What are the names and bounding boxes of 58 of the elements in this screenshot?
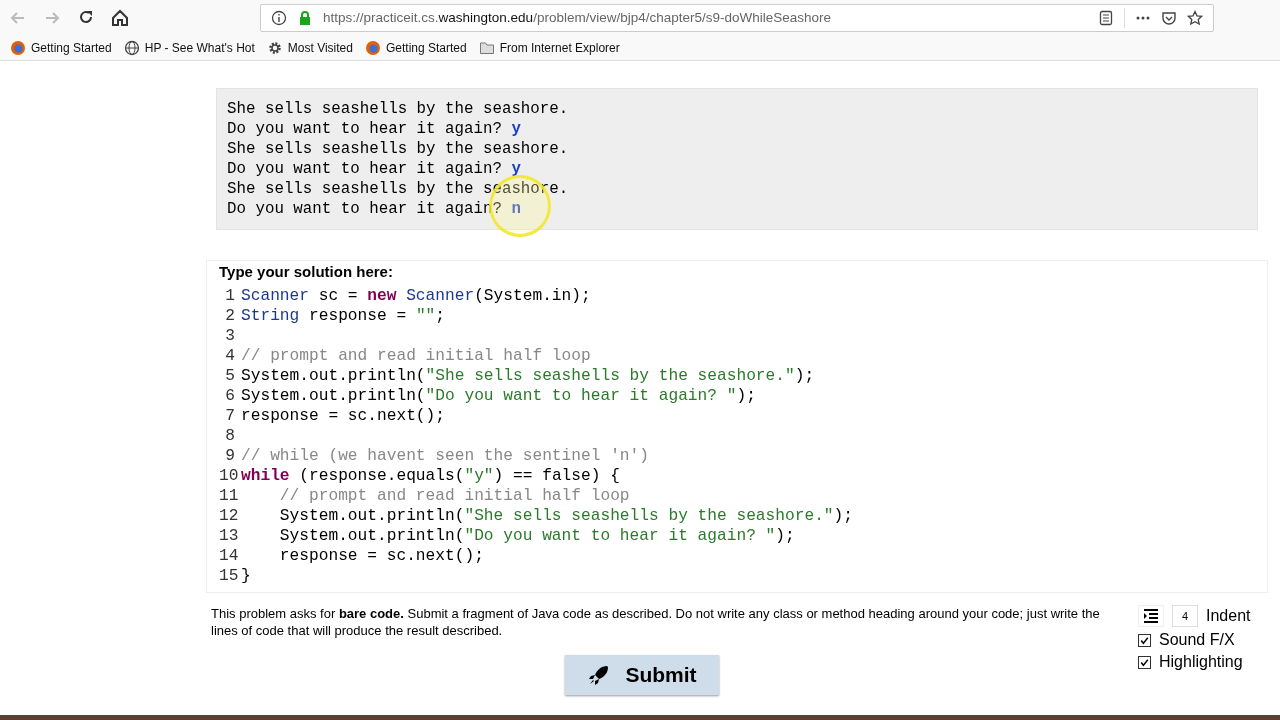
output-line: She sells seashells by the seashore. [227,139,569,159]
note-text: This problem asks for bare code. Submit a fragment of Java code as described. Do not write any class or method heading around your code; just write the lines of code that will produce the result described. [211,605,1101,639]
line-number: 4 [224,346,235,366]
firefox-icon [364,39,381,56]
bookmark-item[interactable]: From Internet Explorer [478,39,620,56]
solution-heading: Type your solution here: [219,263,394,280]
typed-answer-text: n [511,199,521,219]
url-text: https://practiceit.cs.washington.edu/problem/view/bjp4/chapter5/s9-doWhileSeashore [323,10,832,25]
line-number: 3 [224,326,235,346]
code-line: System.out.println("She sells seashells by the seashore."); [241,366,815,386]
code-line: response = sc.next(); [241,406,445,426]
bookmark-item[interactable]: Getting Started [364,39,467,56]
code-line: Scanner sc = new Scanner(System.in); [241,286,591,306]
output-line: Do you want to hear it again? [227,119,503,139]
line-number: 8 [224,426,235,446]
firefox-icon [10,39,26,56]
submit-button[interactable]: Submit [565,655,719,695]
line-number: 5 [224,366,235,386]
checkbox[interactable] [1138,633,1151,647]
reader-view-icon[interactable] [1098,9,1114,26]
typed-answer-text: y [511,159,521,179]
code-line: String response = ""; [241,306,446,326]
indent-field[interactable]: 4 [1172,605,1198,627]
code-line: // prompt and read initial half loop [278,486,630,506]
lock-icon [297,9,313,26]
star-icon[interactable] [1187,9,1203,26]
line-number: 9 [224,446,235,466]
folder-icon [478,39,495,56]
code-line: // while (we havent seen the sentinel 'n') [241,446,649,466]
typed-answer-text: y [511,119,521,139]
code-line: // prompt and read initial half loop [241,346,591,366]
indent-button[interactable] [1138,605,1164,627]
code-line: while (response.equals("y") == false) { [241,466,620,486]
line-number: 7 [224,406,235,426]
code-line: System.out.println("Do you want to hear it again? "); [278,526,795,546]
code-line: System.out.println("She sells seashells by the seashore."); [278,506,853,526]
option-checkbox[interactable]: Sound F/X [1138,631,1268,649]
home-icon[interactable] [110,7,130,28]
code-line: } [241,566,251,586]
info-icon[interactable] [271,9,287,26]
address-bar[interactable]: https://practiceit.cs.washington.edu/problem/view/bjp4/chapter5/s9-doWhileSeashore [260,3,1214,32]
code-line: response = sc.next(); [278,546,484,566]
option-checkbox[interactable]: Highlighting [1138,653,1268,671]
bookmark-item[interactable]: Most Visited [266,39,353,56]
indent-icon [1143,609,1159,623]
bookmark-item[interactable]: Getting Started [10,39,112,56]
gear-icon [266,39,283,56]
pocket-icon[interactable] [1161,9,1177,26]
indent-label: Indent [1206,607,1251,625]
output-line: Do you want to hear it again? [227,159,503,179]
checkbox[interactable] [1138,655,1151,669]
bookmark-item[interactable]: HP - See What's Hot [123,39,255,56]
code-line: System.out.println("Do you want to hear it again? "); [241,386,756,406]
line-number: 2 [224,306,235,326]
line-number: 6 [224,386,235,406]
globe-icon [123,39,140,56]
output-line: She sells seashells by the seashore. [227,99,569,119]
line-number: 1 [224,286,235,306]
